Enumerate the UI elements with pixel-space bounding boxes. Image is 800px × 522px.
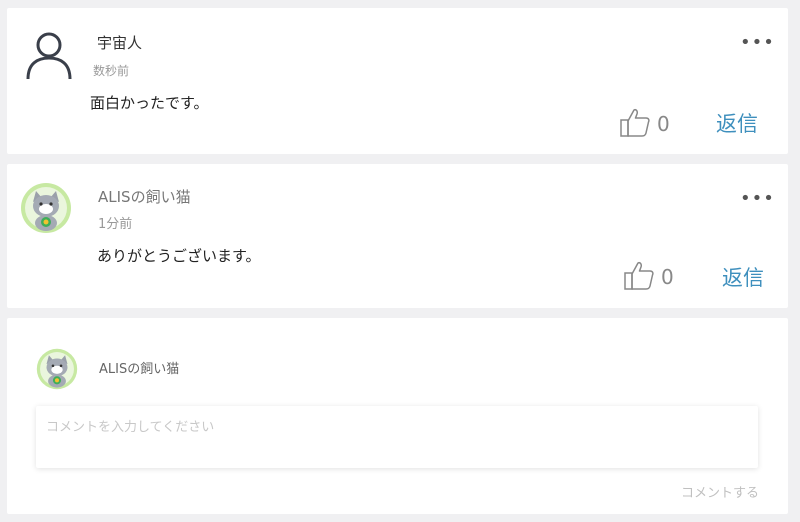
comment-body: 面白かったです。 [90, 94, 209, 112]
like-button[interactable]: 0 [619, 106, 670, 142]
comment-time: 1分前 [98, 217, 133, 232]
user-avatar-icon[interactable] [25, 30, 73, 80]
submit-comment-button[interactable]: コメントする [681, 482, 759, 501]
cat-avatar-icon [36, 348, 78, 390]
cat-avatar-icon[interactable] [20, 182, 72, 234]
compose-author: ALISの飼い猫 [99, 362, 180, 377]
comment-compose-card: ALISの飼い猫 コメントする [7, 318, 788, 514]
reply-button[interactable]: 返信 [722, 262, 764, 292]
thumbs-up-icon [623, 259, 655, 295]
like-count: 0 [657, 112, 670, 136]
more-options-icon[interactable]: ••• [740, 34, 775, 52]
comment-author[interactable]: 宇宙人 [97, 32, 142, 53]
comment-card: 宇宙人 数秒前 面白かったです。 ••• 0 返信 [7, 8, 788, 154]
like-button[interactable]: 0 [623, 259, 674, 295]
comment-input-container [36, 406, 758, 468]
comment-body: ありがとうございます。 [97, 247, 261, 265]
reply-button[interactable]: 返信 [716, 108, 758, 138]
comment-author[interactable]: ALISの飼い猫 [98, 186, 191, 207]
thumbs-up-icon [619, 106, 651, 142]
comment-card: ALISの飼い猫 1分前 ありがとうございます。 ••• 0 返信 [7, 164, 788, 308]
comment-input[interactable] [36, 406, 758, 468]
comment-time: 数秒前 [93, 64, 130, 78]
more-options-icon[interactable]: ••• [740, 190, 775, 208]
like-count: 0 [661, 265, 674, 289]
